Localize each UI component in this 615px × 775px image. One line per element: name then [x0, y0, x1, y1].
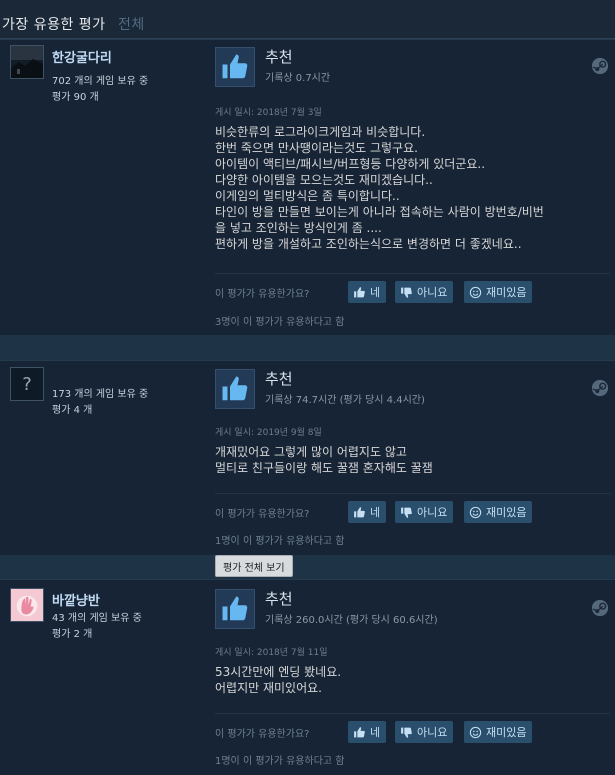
- tab-most-helpful[interactable]: 가장 유용한 평가: [2, 17, 106, 33]
- review-body-line: 편하게 방을 개설하고 조인하는식으로 변경하면 더 좋겠네요..: [215, 237, 522, 251]
- author-avatar[interactable]: ?: [10, 367, 44, 401]
- author-name[interactable]: 바깥냥반: [52, 590, 100, 609]
- vote-divider: [215, 493, 610, 494]
- author-games-owned[interactable]: 173 개의 게임 보유 중: [52, 385, 148, 400]
- vote-funny-label: 재미있음: [486, 726, 527, 739]
- helpful-question: 이 평가가 유용한가요?: [215, 289, 310, 300]
- vote-divider: [215, 273, 610, 274]
- review-body-line: 개재밌어요 그렇게 많이 어렵지도 않고: [215, 445, 407, 459]
- see-all-reviews-button[interactable]: 평가 전체 보기: [215, 555, 293, 577]
- steam-icon: [591, 379, 609, 397]
- review-body-line: 멀티로 친구들이랑 해도 꿀잼 혼자해도 꿀잼: [215, 461, 433, 475]
- review-body-line: 타인이 방을 만들면 보이는게 아니라 접속하는 사람이 방번호/비번: [215, 205, 544, 219]
- vote-yes-label: 네: [370, 726, 381, 739]
- thumbs-up-icon: [354, 286, 365, 297]
- recommended-thumb: [215, 369, 255, 409]
- helpful-count: 1명이 이 평가가 유용하다고 함: [215, 756, 345, 767]
- review-tabs: 가장 유용한 평가 전체: [2, 14, 145, 36]
- thumbs-up-icon: [222, 376, 248, 401]
- review-body: 53시간만에 엔딩 봤네요. 어렵지만 재미있어요.: [215, 664, 610, 696]
- review-body-line: 어렵지만 재미있어요.: [215, 681, 322, 695]
- thumbs-up-icon: [222, 54, 248, 79]
- review-verdict: 추천: [265, 48, 293, 66]
- author-name[interactable]: 한강굴다리: [52, 47, 112, 66]
- tab-all[interactable]: 전체: [118, 17, 145, 33]
- vote-divider: [215, 713, 610, 714]
- thumbs-up-icon: [354, 506, 365, 517]
- steam-icon: [591, 57, 609, 75]
- dark-landscape-avatar-icon: [11, 46, 43, 78]
- review-separator: [0, 335, 615, 360]
- vote-controls: 이 평가가 유용한가요? 네 아니요 재미있음: [215, 501, 610, 523]
- posted-date: 게시 일시: 2018년 7월 3일: [215, 108, 322, 118]
- thumbs-down-icon: [401, 727, 412, 738]
- question-mark-avatar-icon: ?: [22, 373, 32, 395]
- helpful-question: 이 평가가 유용한가요?: [215, 729, 310, 740]
- posted-date: 게시 일시: 2019년 9월 8일: [215, 428, 322, 438]
- vote-funny-label: 재미있음: [486, 506, 527, 519]
- vote-controls: 이 평가가 유용한가요? 네 아니요 재미있음: [215, 281, 610, 303]
- review-body-line: 을 넣고 조인하는 방식인게 좀 ....: [215, 221, 382, 235]
- review-body-line: 아이템이 액티브/패시브/버프형등 다양하게 있더군요..: [215, 157, 486, 171]
- vote-yes-label: 네: [370, 286, 381, 299]
- author-avatar[interactable]: [10, 45, 44, 79]
- posted-date: 게시 일시: 2018년 7월 11일: [215, 648, 328, 658]
- playtime: 기록상 260.0시간 (평가 당시 60.6시간): [265, 615, 438, 626]
- steam-icon: [591, 599, 609, 617]
- review-body-line: 한번 죽으면 만사땡이라는것도 그렇구요.: [215, 141, 418, 155]
- author-review-count[interactable]: 평가 2 개: [52, 625, 92, 640]
- vote-funny-button[interactable]: 재미있음: [464, 721, 533, 743]
- vote-no-button[interactable]: 아니요: [395, 721, 454, 743]
- vote-yes-button[interactable]: 네: [348, 721, 387, 743]
- author-review-count[interactable]: 평가 4 개: [52, 401, 92, 416]
- review-body-line: 이게임의 멀티방식은 좀 특이합니다..: [215, 189, 400, 203]
- vote-no-button[interactable]: 아니요: [395, 281, 454, 303]
- smiley-icon: [469, 506, 482, 518]
- vote-yes-button[interactable]: 네: [348, 501, 387, 523]
- review-body-line: 비슷한류의 로그라이크게임과 비슷합니다.: [215, 125, 426, 139]
- thumbs-up-icon: [222, 596, 248, 621]
- vote-funny-button[interactable]: 재미있음: [464, 501, 533, 523]
- review-body-line: 53시간만에 엔딩 봤네요.: [215, 665, 342, 679]
- helpful-count: 1명이 이 평가가 유용하다고 함: [215, 536, 345, 547]
- review-card: 한강굴다리 702 개의 게임 보유 중 평가 90 개 추천 기록상 0.7시…: [0, 39, 615, 335]
- review-body-line: 다양한 아이템을 모으는것도 재미겠습니다..: [215, 173, 433, 187]
- pink-hand-avatar-icon: [11, 589, 43, 621]
- author-avatar[interactable]: [10, 588, 44, 622]
- helpful-question: 이 평가가 유용한가요?: [215, 509, 310, 520]
- vote-yes-button[interactable]: 네: [348, 281, 387, 303]
- playtime: 기록상 0.7시간: [265, 73, 331, 84]
- review-card: ? 173 개의 게임 보유 중 평가 4 개 추천 기록상 74.7시간 (평…: [0, 360, 615, 555]
- vote-yes-label: 네: [370, 506, 381, 519]
- helpful-count: 3명이 이 평가가 유용하다고 함: [215, 317, 345, 328]
- author-games-owned[interactable]: 702 개의 게임 보유 중: [52, 72, 148, 87]
- thumbs-up-icon: [354, 726, 365, 737]
- reviews-page: 가장 유용한 평가 전체 한강굴다리 702 개의 게임 보유 중 평가 90 …: [0, 0, 615, 775]
- review-card: 바깥냥반 43 개의 게임 보유 중 평가 2 개 추천 기록상 260.0시간…: [0, 579, 615, 775]
- author-review-count[interactable]: 평가 90 개: [52, 88, 99, 103]
- vote-no-button[interactable]: 아니요: [395, 501, 454, 523]
- vote-funny-button[interactable]: 재미있음: [464, 281, 533, 303]
- recommended-thumb: [215, 589, 255, 629]
- review-body: 개재밌어요 그렇게 많이 어렵지도 않고 멀티로 친구들이랑 해도 꿀잼 혼자해…: [215, 444, 610, 476]
- vote-controls: 이 평가가 유용한가요? 네 아니요 재미있음: [215, 721, 610, 743]
- vote-no-label: 아니요: [417, 506, 448, 519]
- thumbs-down-icon: [401, 287, 412, 298]
- review-separator: [0, 555, 615, 579]
- vote-no-label: 아니요: [417, 286, 448, 299]
- smiley-icon: [469, 286, 482, 298]
- recommended-thumb: [215, 47, 255, 87]
- vote-funny-label: 재미있음: [486, 286, 527, 299]
- thumbs-down-icon: [401, 507, 412, 518]
- author-games-owned[interactable]: 43 개의 게임 보유 중: [52, 609, 142, 624]
- smiley-icon: [469, 726, 482, 738]
- playtime: 기록상 74.7시간 (평가 당시 4.4시간): [265, 395, 425, 406]
- review-verdict: 추천: [265, 370, 293, 388]
- vote-no-label: 아니요: [417, 726, 448, 739]
- review-body: 비슷한류의 로그라이크게임과 비슷합니다. 한번 죽으면 만사땡이라는것도 그렇…: [215, 124, 610, 252]
- review-verdict: 추천: [265, 590, 293, 608]
